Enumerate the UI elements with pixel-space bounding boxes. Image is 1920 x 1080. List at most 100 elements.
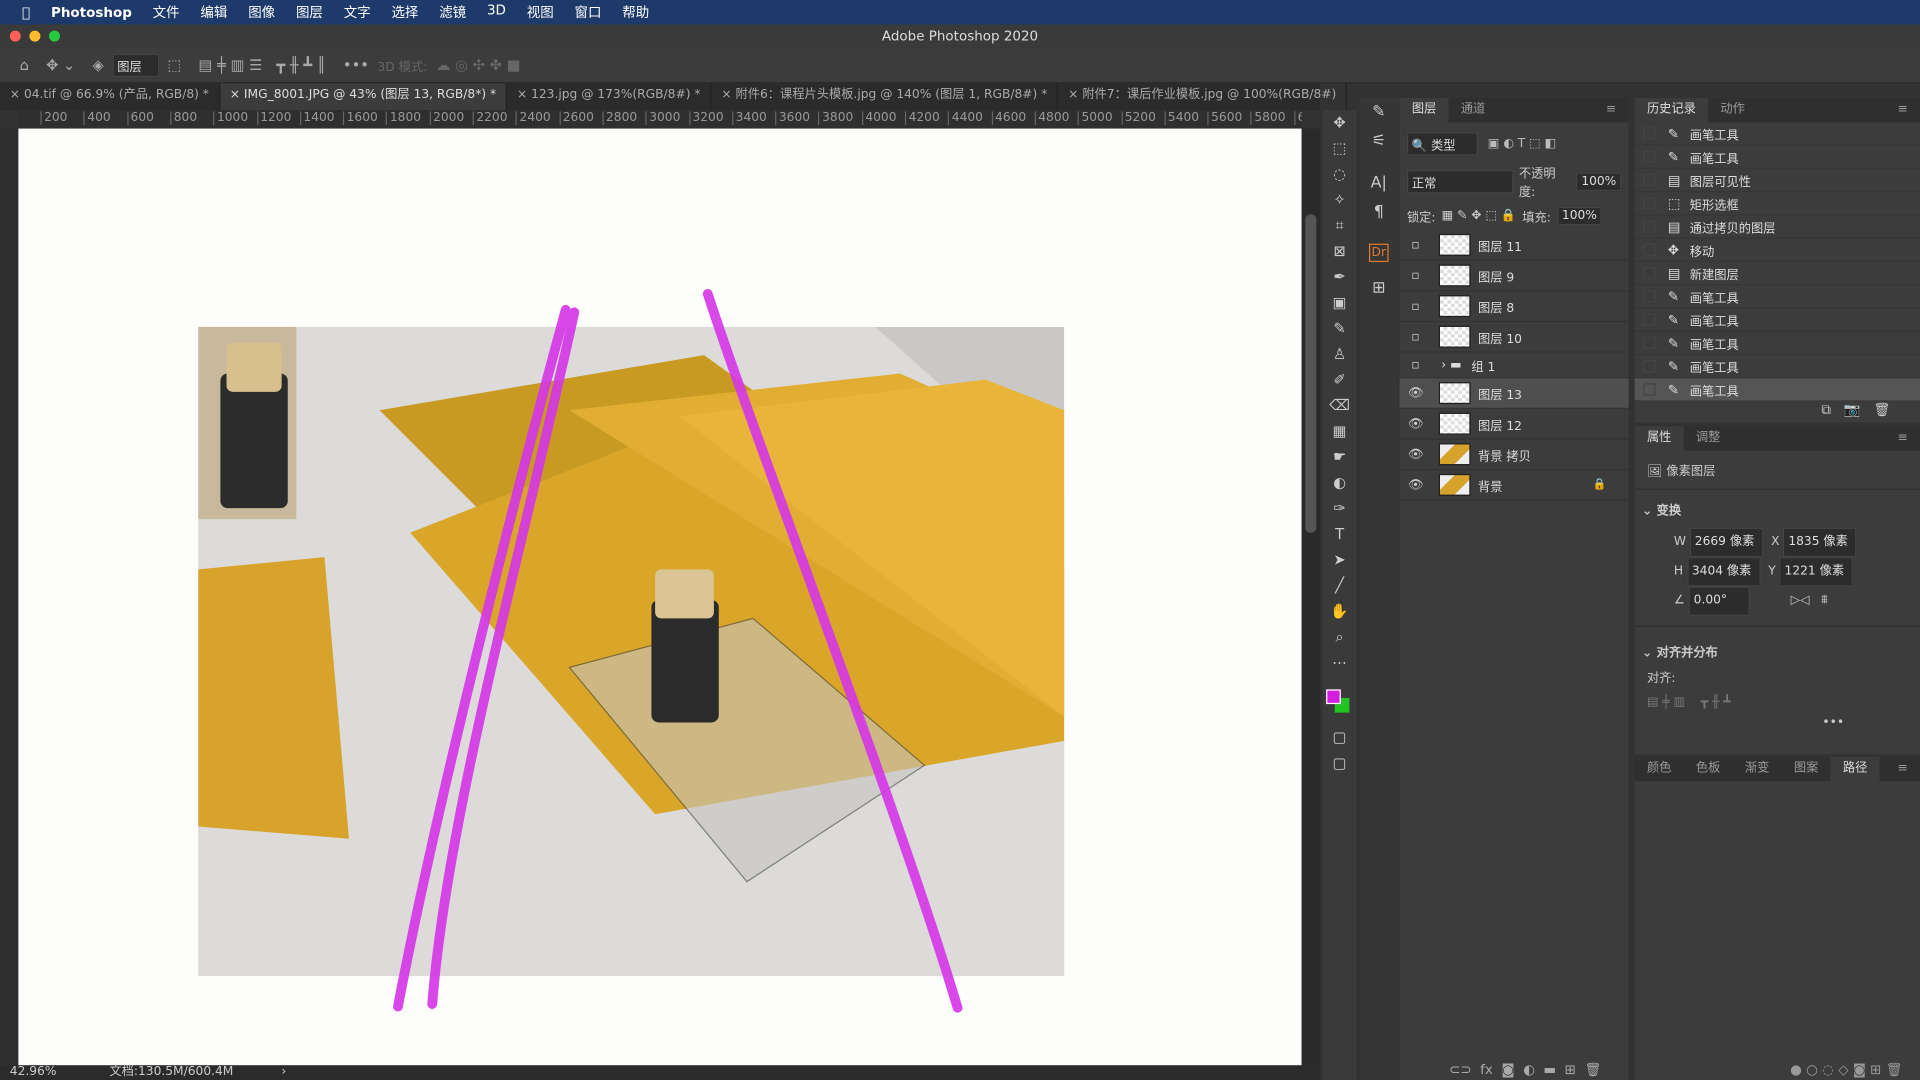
menu-item[interactable]: 3D — [487, 2, 506, 22]
history-item[interactable]: ✥ 移动 — [1634, 239, 1920, 263]
auto-select-target[interactable]: 图层 — [112, 53, 159, 77]
lock-icon[interactable]: 🔒 — [1593, 479, 1607, 491]
history-tab[interactable]: 动作 — [1708, 98, 1757, 122]
magic-wand-tool-icon[interactable]: ✧ — [1322, 187, 1356, 213]
layer-row[interactable]: ▫ 图层 9 — [1399, 261, 1629, 292]
zoom-tool-icon[interactable]: ⌕ — [1322, 624, 1356, 650]
y-field[interactable]: 1221 像素 — [1779, 557, 1854, 587]
document-tab[interactable]: × 附件6：课程片头模板.jpg @ 140% (图层 1, RGB/8#) * — [712, 83, 1059, 111]
pen-tool-icon[interactable]: ✑ — [1322, 496, 1356, 522]
eye-icon[interactable]: 👁 — [1400, 448, 1432, 461]
bottom-tab[interactable]: 颜色 — [1635, 757, 1684, 781]
layer-row[interactable]: 👁 背景 拷贝 — [1399, 440, 1629, 471]
close-tab-icon[interactable]: × — [230, 88, 244, 101]
more-icon[interactable]: ••• — [343, 56, 369, 73]
type-tool-icon[interactable]: T — [1322, 522, 1356, 548]
angle-field[interactable]: 0.00° — [1688, 586, 1750, 616]
menu-item[interactable]: 选择 — [391, 2, 418, 22]
visibility-toggle[interactable]: ▫ — [1400, 238, 1432, 251]
history-item[interactable]: ✎ 画笔工具 — [1634, 355, 1920, 379]
align-section[interactable]: 对齐并分布 — [1657, 647, 1718, 660]
path-select-tool-icon[interactable]: ➤ — [1322, 547, 1356, 573]
visibility-toggle[interactable]: ▫ — [1400, 269, 1432, 282]
eraser-tool-icon[interactable]: ⌫ — [1322, 393, 1356, 419]
home-icon[interactable]: ⌂ — [20, 56, 29, 73]
crop-tool-icon[interactable]: ⌗ — [1322, 213, 1356, 239]
visibility-toggle[interactable]: ▫ — [1400, 330, 1432, 343]
transform-section[interactable]: 变换 — [1657, 504, 1681, 517]
blend-mode-select[interactable]: 正常 — [1406, 169, 1514, 193]
auto-select-icon[interactable]: ◈ — [93, 56, 104, 73]
properties-tab[interactable]: 调整 — [1684, 426, 1733, 450]
menu-item[interactable]: 编辑 — [200, 2, 227, 22]
move-tool-icon[interactable]: ✥ — [1322, 110, 1356, 136]
move-tool-icon[interactable]: ✥ ⌄ — [46, 56, 75, 73]
foreground-color-swatch[interactable] — [1326, 689, 1341, 705]
menu-item[interactable]: 图像 — [248, 2, 275, 22]
menu-item[interactable]: 帮助 — [622, 2, 649, 22]
timeline-icon[interactable]: ⊞ — [1359, 274, 1398, 303]
layer-row[interactable]: 👁 图层 12 — [1399, 409, 1629, 440]
history-footer-icons[interactable]: ⧉ 📷 🗑 — [1821, 402, 1890, 419]
stamp-tool-icon[interactable]: ♙ — [1322, 342, 1356, 368]
canvas[interactable] — [18, 128, 1302, 1066]
panel-menu-icon[interactable]: ≡ — [1885, 426, 1920, 450]
layers-tab[interactable]: 通道 — [1449, 98, 1498, 122]
history-snapshot-checkbox[interactable] — [1643, 220, 1656, 233]
character-icon[interactable]: A| — [1359, 169, 1398, 198]
layer-row[interactable]: ▫ 图层 11 — [1399, 230, 1629, 261]
layer-row[interactable]: ▫ › ▬ 组 1 — [1399, 353, 1629, 379]
layer-row[interactable]: ▫ 图层 8 — [1399, 291, 1629, 323]
history-snapshot-checkbox[interactable] — [1643, 173, 1656, 187]
document-tab[interactable]: × 123.jpg @ 173%(RGB/8#) * — [507, 83, 712, 111]
layer-filter-select[interactable]: 🔍 类型 — [1406, 132, 1478, 156]
dodge-tool-icon[interactable]: ◐ — [1322, 470, 1356, 496]
history-item[interactable]: ✎ 画笔工具 — [1634, 309, 1920, 332]
minimize-window-button[interactable] — [29, 30, 41, 42]
width-field[interactable]: 2669 像素 — [1689, 527, 1764, 558]
layers-tab[interactable]: 图层 — [1399, 97, 1449, 123]
close-tab-icon[interactable]: × — [517, 88, 531, 101]
brush-presets-icon[interactable]: ⚟ — [1359, 127, 1398, 156]
menu-item[interactable]: 文件 — [153, 2, 180, 22]
properties-tab[interactable]: 属性 — [1634, 426, 1684, 451]
close-tab-icon[interactable]: × — [721, 88, 735, 101]
bottom-tab[interactable]: 图案 — [1782, 757, 1831, 781]
document-tab[interactable]: × IMG_8001.JPG @ 43% (图层 13, RGB/8*) * — [219, 83, 508, 111]
eye-icon[interactable]: 👁 — [1400, 386, 1432, 399]
more-options[interactable]: ••• — [1635, 716, 1920, 729]
panel-menu-icon[interactable]: ≡ — [1885, 98, 1920, 122]
history-item[interactable]: ⬚ 矩形选框 — [1634, 192, 1920, 216]
paragraph-icon[interactable]: ¶ — [1359, 198, 1398, 227]
bottom-tab[interactable]: 渐变 — [1733, 757, 1782, 781]
history-snapshot-checkbox[interactable] — [1643, 266, 1656, 280]
history-item[interactable]: ✎ 画笔工具 — [1634, 285, 1920, 309]
menu-item[interactable]: 图层 — [296, 2, 323, 22]
eye-icon[interactable]: 👁 — [1400, 417, 1432, 430]
history-snapshot-checkbox[interactable] — [1643, 290, 1656, 303]
close-window-button[interactable] — [9, 30, 21, 42]
paths-footer-icons[interactable]: ● ○ ◌ ◇ ◙ ⊞ 🗑 — [1790, 1062, 1903, 1078]
menu-item[interactable]: 视图 — [527, 2, 554, 22]
eye-icon[interactable]: 👁 — [1400, 478, 1432, 491]
document-tab[interactable]: × 附件7：课后作业模板.jpg @ 100%(RGB/8#) — [1058, 83, 1348, 111]
frame-tool-icon[interactable]: ⊠ — [1322, 239, 1356, 265]
align-buttons[interactable]: ▤ ╪ ▥ ┳ ╫ ┻ — [1635, 688, 1920, 716]
doc-size[interactable]: 文档:130.5M/600.4M — [109, 1065, 233, 1078]
history-item[interactable]: ✎ 画笔工具 — [1634, 378, 1920, 402]
line-tool-icon[interactable]: ╱ — [1322, 573, 1356, 599]
quick-mask-icon[interactable]: ▢ — [1322, 725, 1356, 751]
opacity-field[interactable]: 100% — [1576, 172, 1622, 191]
bottom-tab[interactable]: 色板 — [1684, 757, 1733, 781]
filter-icons[interactable]: ▣ ◐ T ⬚ ◧ — [1488, 137, 1556, 150]
close-tab-icon[interactable]: × — [10, 88, 24, 101]
history-tab[interactable]: 历史记录 — [1634, 97, 1709, 123]
height-field[interactable]: 3404 像素 — [1686, 557, 1761, 587]
lock-icons[interactable]: ▦ ✎ ✥ ⬚ 🔒 — [1442, 209, 1516, 222]
color-swatches[interactable] — [1322, 676, 1356, 725]
status-menu-arrow[interactable]: › — [281, 1065, 286, 1078]
zoom-level[interactable]: 42.96% — [10, 1065, 57, 1078]
document-tab[interactable]: × 04.tif @ 66.9% (产品, RGB/8) * — [0, 83, 220, 111]
menu-app[interactable]: Photoshop — [51, 4, 132, 20]
marquee-tool-icon[interactable]: ⬚ — [1322, 136, 1356, 162]
